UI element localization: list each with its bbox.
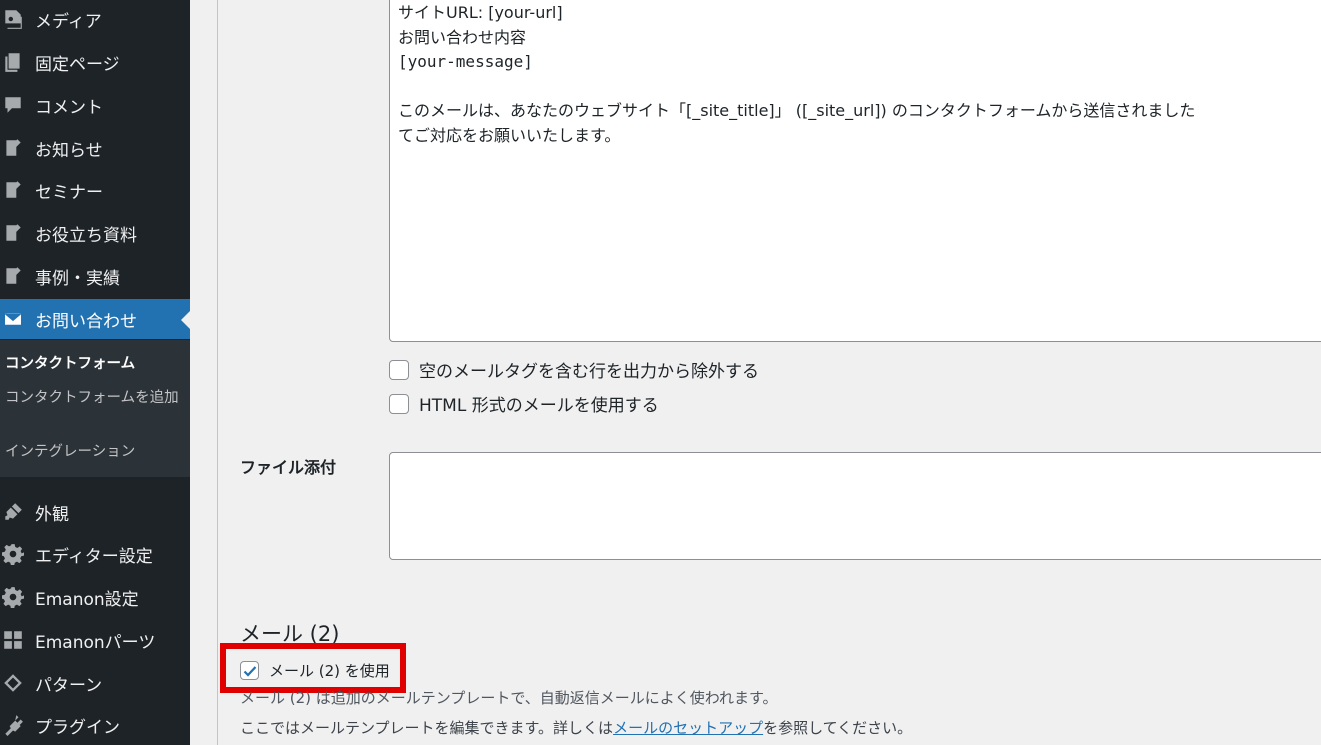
post-icon [1, 178, 25, 202]
use-html-checkbox[interactable] [389, 393, 409, 414]
highlight-box [220, 643, 406, 693]
submenu-integration[interactable]: インテグレーション [5, 442, 183, 463]
menu-item-plugins[interactable]: プラグイン [0, 705, 190, 745]
menu-label: お役立ち資料 [35, 225, 137, 246]
menu-item-editor-settings[interactable]: エディター設定 [0, 534, 190, 574]
menu-item-contact[interactable]: お問い合わせ [0, 299, 190, 339]
menu-label: 固定ページ [35, 54, 120, 75]
menu-item-emanon-parts[interactable]: Emanonパーツ [0, 620, 190, 660]
mail-body-line: お問い合わせ内容 [398, 27, 527, 47]
post-icon [1, 136, 25, 160]
pages-icon [1, 50, 25, 74]
use-html-row: HTML 形式のメールを使用する [389, 391, 659, 416]
mail-body-line: サイトURL: [your-url] [398, 3, 563, 22]
comments-icon [1, 93, 25, 117]
attachments-label: ファイル添付 [240, 458, 337, 477]
appearance-icon [1, 500, 25, 524]
menu-label: 事例・実績 [35, 268, 120, 289]
mail-setup-link[interactable]: メールのセットアップ [613, 719, 763, 737]
menu-item-appearance[interactable]: 外観 [0, 492, 190, 532]
exclude-blank-label: 空のメールタグを含む行を出力から除外する [419, 362, 759, 382]
menu-item-emanon-settings[interactable]: Emanon設定 [0, 577, 190, 617]
exclude-blank-checkbox[interactable] [389, 359, 409, 380]
grid-icon [1, 628, 25, 652]
post-icon [1, 221, 25, 245]
gear-icon [1, 542, 25, 566]
menu-label: パターン [35, 675, 103, 696]
mail-body-line: てご対応をお願いいたします。 [398, 125, 621, 145]
menu-label: お問い合わせ [35, 311, 137, 332]
menu-item-cases[interactable]: 事例・実績 [0, 256, 190, 296]
media-icon [1, 7, 25, 31]
mail-body-line: このメールは、あなたのウェブサイト「[_site_title]」 ([_site… [398, 101, 1196, 120]
menu-item-news[interactable]: お知らせ [0, 128, 190, 168]
menu-label: プラグイン [35, 717, 120, 738]
submenu-add-contact-form[interactable]: コンタクトフォームを追加 [5, 388, 183, 409]
mail-icon [1, 307, 25, 331]
mail-body-line: [your-message] [398, 52, 533, 71]
attachments-textarea[interactable] [389, 452, 1321, 560]
mail-body-textarea[interactable]: サイトURL: [your-url] お問い合わせ内容 [your-messag… [389, 0, 1321, 342]
pattern-icon [1, 671, 25, 695]
mail2-description: メール (2) は追加のメールテンプレートで、自動返信メールによく使われます。 [240, 689, 778, 707]
menu-label: メディア [35, 11, 102, 32]
submenu-contact-forms[interactable]: コンタクトフォーム [5, 354, 183, 375]
use-html-label: HTML 形式のメールを使用する [419, 396, 659, 416]
menu-label: セミナー [35, 182, 103, 203]
content-border [217, 0, 218, 745]
menu-item-comments[interactable]: コメント [0, 85, 190, 125]
menu-label: お知らせ [35, 140, 103, 161]
gear-icon [1, 585, 25, 609]
menu-label: エディター設定 [35, 546, 153, 567]
menu-label: 外観 [35, 504, 69, 525]
help-suffix: を参照してください。 [763, 719, 913, 737]
mail2-help-text: ここではメールテンプレートを編集できます。詳しくはメールのセットアップを参照して… [240, 717, 912, 738]
menu-label: コメント [35, 97, 103, 118]
mail-body-line [398, 75, 1320, 100]
main-content: サイトURL: [your-url] お問い合わせ内容 [your-messag… [190, 0, 1321, 745]
menu-item-patterns[interactable]: パターン [0, 663, 190, 703]
menu-item-pages[interactable]: 固定ページ [0, 42, 190, 82]
post-icon [1, 264, 25, 288]
menu-label: Emanonパーツ [35, 632, 156, 653]
exclude-blank-row: 空のメールタグを含む行を出力から除外する [389, 357, 759, 382]
menu-item-seminar[interactable]: セミナー [0, 170, 190, 210]
plugin-icon [1, 713, 25, 737]
admin-sidebar: メディア 固定ページ コメント お知らせ セミナー お役立ち資料 事例・実績 お… [0, 0, 190, 745]
menu-item-media[interactable]: メディア [0, 0, 190, 38]
contact-submenu: コンタクトフォーム コンタクトフォームを追加 インテグレーション [0, 340, 190, 477]
help-prefix: ここではメールテンプレートを編集できます。詳しくは [240, 719, 614, 737]
menu-item-resources[interactable]: お役立ち資料 [0, 213, 190, 253]
menu-label: Emanon設定 [35, 589, 139, 610]
